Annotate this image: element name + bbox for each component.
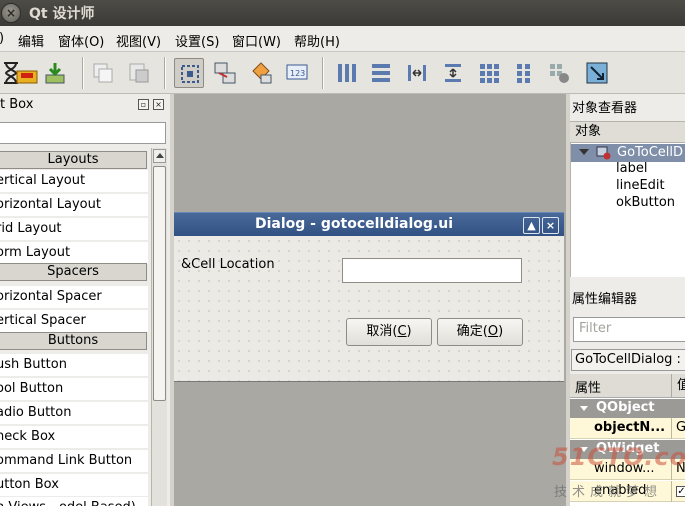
layout-h-splitter-icon[interactable] (402, 58, 432, 88)
widget-item[interactable]: utton Box (0, 474, 148, 496)
layout-grid-icon[interactable] (474, 58, 504, 88)
dialog-close-button[interactable]: × (542, 217, 559, 234)
property-class-line: GoToCellDialog : (571, 349, 685, 371)
menu-edit[interactable]: 编辑 (18, 31, 44, 50)
property-key: objectN... (594, 420, 666, 435)
tree-item-lineedit[interactable]: lineEdit (616, 178, 665, 193)
download-icon[interactable] (40, 58, 70, 88)
cancel-button-suffix: ) (406, 324, 412, 339)
ok-button[interactable]: 确定(O) (437, 318, 523, 346)
tree-item-label[interactable]: label (616, 161, 647, 176)
widget-item[interactable]: orm Layout (0, 242, 148, 264)
toolbar-separator (164, 57, 166, 89)
widget-item[interactable]: rid Layout (0, 218, 148, 240)
cancel-button[interactable]: 取消(C) (346, 318, 432, 346)
widget-item[interactable]: n Views - odel Based) (0, 497, 148, 506)
widget-list-scrollbar[interactable] (151, 148, 167, 506)
tree-root-label: GoToCellD (617, 145, 684, 160)
edit-buddies-icon[interactable] (246, 58, 276, 88)
widget-item[interactable]: ertical Layout (0, 170, 148, 192)
property-filter-input[interactable]: Filter (573, 317, 685, 342)
menu-settings[interactable]: 设置(S) (175, 31, 219, 50)
dock-float-button[interactable]: ▫ (138, 99, 149, 110)
dialog-title: Dialog - gotocelldialog.ui (255, 216, 453, 232)
property-filter-placeholder: Filter (579, 321, 612, 336)
dock-close-button[interactable]: × (153, 99, 164, 110)
menu-window[interactable]: 窗口(W) (232, 31, 281, 50)
paste-icon[interactable] (124, 58, 154, 88)
tree-root-gotocelldialog[interactable]: GoToCellD (571, 144, 685, 162)
layout-horizontal-icon[interactable] (332, 58, 362, 88)
site-watermark: 51CTO.com 技术成就梦想 (549, 443, 685, 503)
widget-item[interactable]: ommand Link Button (0, 450, 148, 472)
edit-widgets-icon[interactable] (174, 58, 204, 88)
scroll-thumb[interactable] (153, 166, 166, 401)
widget-box-title: t Box (0, 97, 34, 112)
widget-item[interactable]: heck Box (0, 426, 148, 448)
widget-item[interactable]: adio Button (0, 402, 148, 424)
menu-help[interactable]: 帮助(H) (294, 31, 340, 50)
widget-item[interactable]: orizontal Layout (0, 194, 148, 216)
window-close-button[interactable]: × (1, 3, 21, 23)
cell-location-input[interactable] (342, 258, 522, 283)
widget-list: Layouts ertical Layout orizontal Layout rid… (0, 148, 148, 506)
toolbar-separator (322, 57, 324, 89)
save-icon[interactable] (12, 58, 42, 88)
window-title: Qt 设计师 (29, 6, 95, 22)
scroll-up-icon[interactable] (153, 149, 166, 163)
copy-icon[interactable] (88, 58, 118, 88)
ok-button-mnemonic: O (487, 324, 499, 339)
column-value[interactable]: 值 (671, 374, 685, 398)
property-group-label: QObject (596, 400, 655, 415)
menu-file[interactable]: ) (0, 31, 4, 46)
cancel-button-text: 取消( (366, 324, 398, 339)
property-row-objectname[interactable]: objectN... G (570, 418, 685, 439)
object-inspector-dock: 对象查看器 对象 GoToCellD label lineEdit okButt… (570, 94, 685, 284)
collapse-arrow-icon[interactable] (580, 406, 588, 411)
adjust-size-icon[interactable] (582, 58, 612, 88)
widget-category[interactable]: Layouts (0, 151, 147, 169)
tree-item-okbutton[interactable]: okButton (616, 195, 675, 210)
property-value[interactable]: G (671, 418, 685, 439)
cell-location-label[interactable]: &Cell Location (181, 257, 275, 272)
dialog-object-icon (596, 146, 611, 160)
dialog-minimize-button[interactable]: ▲ (523, 217, 540, 234)
column-property[interactable]: 属性 (575, 377, 601, 396)
widget-item[interactable]: ush Button (0, 354, 148, 376)
property-editor-title: 属性编辑器 (572, 292, 638, 307)
menu-form[interactable]: 窗体(O) (58, 31, 104, 50)
object-column-header[interactable]: 对象 (570, 121, 685, 143)
layout-form-icon[interactable] (510, 58, 540, 88)
property-group-qobject[interactable]: QObject (570, 399, 685, 418)
layout-vertical-icon[interactable] (366, 58, 396, 88)
widget-item[interactable]: orizontal Spacer (0, 286, 148, 308)
widget-category[interactable]: Spacers (0, 263, 147, 281)
ok-button-suffix: ) (498, 324, 504, 339)
svg-text:123: 123 (290, 69, 305, 78)
watermark-slogan: 技术成就梦想 (554, 485, 663, 500)
layout-v-splitter-icon[interactable] (438, 58, 468, 88)
widget-filter-input[interactable] (0, 122, 166, 144)
toolbar: 123 (0, 52, 685, 94)
toolbar-separator (82, 57, 84, 89)
object-tree: GoToCellD label lineEdit okButton (570, 143, 685, 277)
cancel-button-mnemonic: C (397, 324, 407, 339)
expand-arrow-icon[interactable] (579, 149, 589, 155)
edit-signals-slots-icon[interactable] (210, 58, 240, 88)
watermark-logo: 51CTO.com (552, 443, 685, 471)
edit-tab-order-icon[interactable]: 123 (282, 58, 312, 88)
ok-button-text: 确定( (456, 324, 488, 339)
dialog-titlebar[interactable]: Dialog - gotocelldialog.ui ▲ × (174, 212, 564, 237)
window-titlebar: × Qt 设计师 (0, 0, 685, 26)
object-inspector-title: 对象查看器 (572, 101, 638, 116)
break-layout-icon[interactable] (544, 58, 574, 88)
widget-category[interactable]: Buttons (0, 332, 147, 350)
menu-view[interactable]: 视图(V) (116, 31, 161, 50)
widget-item[interactable]: ool Button (0, 378, 148, 400)
menubar: ) 编辑 窗体(O) 视图(V) 设置(S) 窗口(W) 帮助(H) (0, 26, 685, 52)
property-table-header: 属性 值 (570, 374, 685, 398)
widget-item[interactable]: ertical Spacer (0, 310, 148, 332)
